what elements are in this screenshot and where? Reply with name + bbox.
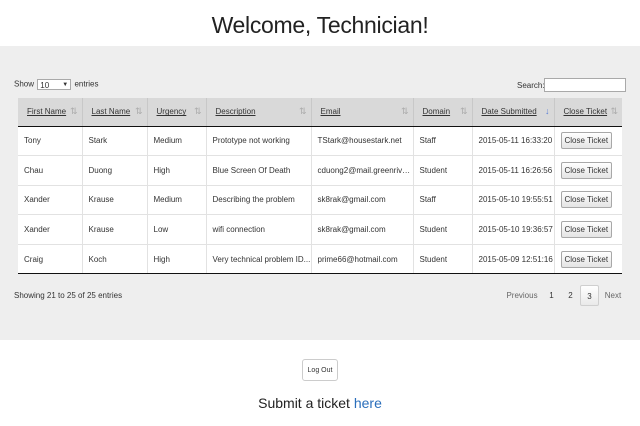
cell-first-name: Xander [18,185,83,216]
cell-urgency: Medium [147,126,207,157]
cell-first-name: Tony [18,126,83,157]
column-header-close-ticket[interactable]: Close Ticket ⇅ [554,98,622,127]
cell-description: Describing the problem [206,185,312,216]
entries-select-value: 10 [40,81,50,90]
pagination-page-1[interactable]: 1 [542,285,561,306]
sort-icon: ⇅ [134,106,143,116]
column-header-domain[interactable]: Domain ⇅ [413,98,473,127]
cell-domain: Staff [413,126,473,157]
cell-description: Blue Screen Of Death [206,155,312,186]
cell-close-ticket: Close Ticket [554,244,622,275]
sort-icon: ⇅ [193,106,202,116]
cell-urgency: Medium [147,185,207,216]
table-row: Xander Krause Medium Describing the prob… [18,185,622,216]
cell-urgency: High [147,244,207,275]
dropdown-caret-icon: ▼ [62,82,69,88]
column-header-date-submitted[interactable]: Date Submitted ↓ [472,98,555,127]
table-info: Showing 21 to 25 of 25 entries [14,291,123,300]
column-header-urgency[interactable]: Urgency ⇅ [147,98,207,127]
cell-date-submitted: 2015-05-11 16:33:20 [472,126,555,157]
cell-urgency: Low [147,214,207,245]
tickets-table: First Name ⇅ Last Name ⇅ Urgency ⇅ Descript… [18,98,622,275]
cell-first-name: Craig [18,244,83,275]
table-row: Tony Stark Medium Prototype not working … [18,126,622,157]
entries-select[interactable]: 10 ▼ [37,79,72,90]
submit-ticket-text: Submit a ticket here [0,395,640,411]
pagination-page-2[interactable]: 2 [561,285,580,306]
cell-date-submitted: 2015-05-11 16:26:56 [472,155,555,186]
sort-descending-icon: ↓ [545,106,550,116]
cell-last-name: Krause [82,185,148,216]
pagination-next[interactable]: Next [599,285,627,306]
search-label: Search: [517,81,545,90]
sort-icon: ⇅ [69,106,78,116]
cell-domain: Staff [413,185,473,216]
table-header-row: First Name ⇅ Last Name ⇅ Urgency ⇅ Descript… [18,98,622,127]
cell-email: sk8rak@gmail.com [311,185,414,216]
entries-length-control: Show 10 ▼ entries [14,79,99,90]
close-ticket-button[interactable]: Close Ticket [560,161,613,179]
cell-email: cduong2@mail.greenriver... [311,155,414,186]
submit-ticket-label: Submit a ticket [258,395,350,411]
cell-close-ticket: Close Ticket [554,185,622,216]
pagination-page-3-current[interactable]: 3 [580,285,599,306]
cell-urgency: High [147,155,207,186]
cell-last-name: Stark [82,126,148,157]
close-ticket-button[interactable]: Close Ticket [560,132,613,150]
cell-domain: Student [413,155,473,186]
column-header-description[interactable]: Description ⇅ [206,98,312,127]
cell-description: wifi connection [206,214,312,245]
table-row: Xander Krause Low wifi connection sk8rak… [18,214,622,245]
cell-email: prime66@hotmail.com [311,244,414,275]
column-header-last-name[interactable]: Last Name ⇅ [82,98,148,127]
cell-date-submitted: 2015-05-10 19:55:51 [472,185,555,216]
close-ticket-button[interactable]: Close Ticket [560,250,613,268]
table-search: Search: [517,78,626,92]
entries-label: entries [74,79,99,89]
show-label: Show [14,79,35,89]
sort-icon: ⇅ [459,106,468,116]
table-row: Craig Koch High Very technical problem I… [18,244,622,275]
column-header-email[interactable]: Email ⇅ [311,98,414,127]
submit-ticket-link[interactable]: here [354,395,382,411]
cell-last-name: Krause [82,214,148,245]
pagination-previous[interactable]: Previous [502,285,542,306]
log-out-button[interactable]: Log Out [302,359,338,381]
cell-last-name: Duong [82,155,148,186]
sort-icon: ⇅ [298,106,307,116]
cell-domain: Student [413,214,473,245]
cell-date-submitted: 2015-05-10 19:36:57 [472,214,555,245]
cell-date-submitted: 2015-05-09 12:51:16 [472,244,555,275]
page-title: Welcome, Technician! [211,12,429,38]
cell-description: Very technical problem ID... [206,244,312,275]
cell-close-ticket: Close Ticket [554,126,622,157]
cell-last-name: Koch [82,244,148,275]
sort-icon: ⇅ [610,106,618,116]
cell-email: sk8rak@gmail.com [311,214,414,245]
cell-email: TStark@housestark.net [311,126,414,157]
close-ticket-button[interactable]: Close Ticket [560,191,613,209]
cell-first-name: Chau [18,155,83,186]
cell-description: Prototype not working [206,126,312,157]
cell-close-ticket: Close Ticket [554,214,622,245]
cell-domain: Student [413,244,473,275]
table-row: Chau Duong High Blue Screen Of Death cdu… [18,155,622,186]
column-header-first-name[interactable]: First Name ⇅ [18,98,83,127]
cell-first-name: Xander [18,214,83,245]
close-ticket-button[interactable]: Close Ticket [560,221,613,239]
search-input[interactable] [544,78,626,92]
sort-icon: ⇅ [400,106,409,116]
cell-close-ticket: Close Ticket [554,155,622,186]
